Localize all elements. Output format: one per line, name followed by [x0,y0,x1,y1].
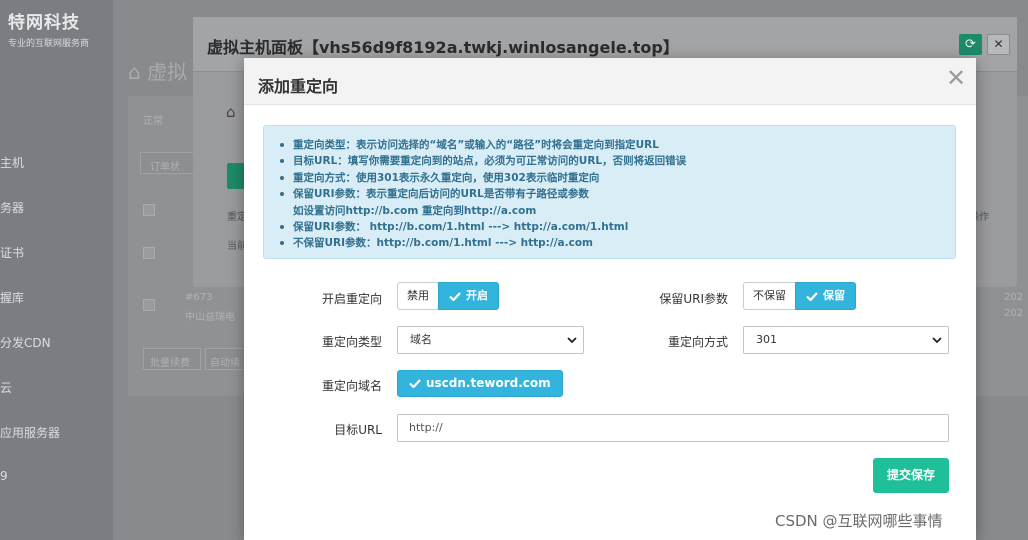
sidebar-item-cert[interactable]: 证书 [0,244,24,261]
redirect-type-label: 重定向类型 [321,335,382,349]
home-icon: ⌂ [128,60,141,84]
close-icon[interactable]: ✕ [946,64,966,92]
add-redirect-dialog: 添加重定向 ✕ 重定向类型：表示访问选择的“域名”或输入的“路径”时将会重定向到… [244,58,976,540]
sidebar-item-app-server[interactable]: 应用服务器 [0,424,60,441]
info-item: 不保留URI参数：http://b.com/1.html ---> http:/… [279,235,686,251]
auto-renew-label: 自动续 [210,358,240,369]
logo-sub: 专业的互联网服务商 [8,39,90,49]
logo: 特网科技 专业的互联网服务商 [8,8,89,49]
info-item: 保留URI参数： http://b.com/1.html ---> http:/… [279,219,686,235]
enable-redirect-toggle[interactable]: 禁用 开启 [397,282,499,310]
submit-save-button[interactable]: 提交保存 [873,458,949,493]
dialog-header: 添加重定向 ✕ [244,58,976,105]
refresh-button[interactable]: ⟳ [959,34,982,55]
info-item: 重定向方式：使用301表示永久重定向，使用302表示临时重定向 [279,170,686,186]
close-panel-button[interactable]: ✕ [987,34,1010,55]
target-url-input[interactable]: http:// [397,414,949,442]
page-title-text: 虚拟 [147,60,188,84]
redirect-type-select[interactable]: 域名 [397,326,584,354]
keep-uri-label: 保留URI参数 [659,292,728,306]
sidebar-item-server[interactable]: 务器 [0,199,24,216]
dialog-title: 添加重定向 [258,77,339,96]
redirect-method-select[interactable]: 301 [743,326,949,354]
sidebar-item-host[interactable]: 主机 [0,154,24,171]
check-icon [449,291,461,301]
info-item: 如设置访问http://b.com 重定向到http://a.com [293,204,537,217]
row-number: #673 [185,292,213,303]
redirect-method-label: 重定向方式 [667,335,728,349]
no-keep-option[interactable]: 不保留 [743,282,795,310]
redirect-domain-value: uscdn.teword.com [426,376,551,390]
home-icon[interactable]: ⌂ [226,103,236,121]
redirect-type-value: 域名 [410,333,432,346]
keep-uri-toggle[interactable]: 不保留 保留 [743,282,856,310]
sidebar-item-more[interactable]: 9 [0,469,8,483]
row-checkbox[interactable] [143,247,155,259]
keep-option[interactable]: 保留 [795,282,856,310]
bulk-renew-label: 批量续费 [150,358,190,369]
row-date: 202 [1004,308,1024,319]
check-icon [409,379,421,388]
order-status-filter-label: 订单状 [150,162,180,173]
vhost-panel-title: 虚拟主机面板【vhs56d9f8192a.twkj.winlosangele.t… [207,38,679,57]
enable-redirect-label: 开启重定向 [321,292,382,306]
enable-option-label: 开启 [466,289,488,302]
info-item: 保留URI参数：表示重定向后访问的URL是否带有子路径或参数 [279,186,686,202]
row-checkbox[interactable] [143,299,155,311]
enable-option[interactable]: 开启 [438,282,499,310]
tab-normal[interactable]: 正常 [143,112,163,127]
keep-option-label: 保留 [823,289,845,302]
redirect-domain-tag[interactable]: uscdn.teword.com [397,370,563,397]
row-date: 202 [1004,292,1024,303]
disable-option[interactable]: 禁用 [397,282,438,310]
check-icon [806,291,818,301]
select-all-checkbox[interactable] [143,204,155,216]
watermark: CSDN @互联网哪些事情 [775,512,943,530]
target-url-label: 目标URL [334,423,382,437]
help-info-box: 重定向类型：表示访问选择的“域名”或输入的“路径”时将会重定向到指定URL 目标… [263,125,956,259]
redirect-domain-label: 重定向域名 [321,379,382,393]
sidebar-item-cloud[interactable]: 云 [0,379,12,396]
info-item: 目标URL：填写你需要重定向到的站点，必须为可正常访问的URL，否则将返回错误 [279,153,686,169]
chevron-down-icon [567,337,577,344]
row-customer: 中山益瑞电 [185,312,235,323]
add-button[interactable] [227,163,245,189]
logo-main: 特网科技 [8,13,80,33]
sidebar: 特网科技 专业的互联网服务商 主机 务器 证书 握库 分发CDN 云 应用服务器… [0,0,113,540]
sidebar-item-cdn[interactable]: 分发CDN [0,334,51,351]
sidebar-item-db[interactable]: 握库 [0,289,24,306]
chevron-down-icon [932,337,942,344]
refresh-icon: ⟳ [965,37,976,52]
info-item: 重定向类型：表示访问选择的“域名”或输入的“路径”时将会重定向到指定URL [279,137,686,153]
page-title: ⌂ 虚拟 [128,56,187,85]
redirect-method-value: 301 [756,333,777,346]
